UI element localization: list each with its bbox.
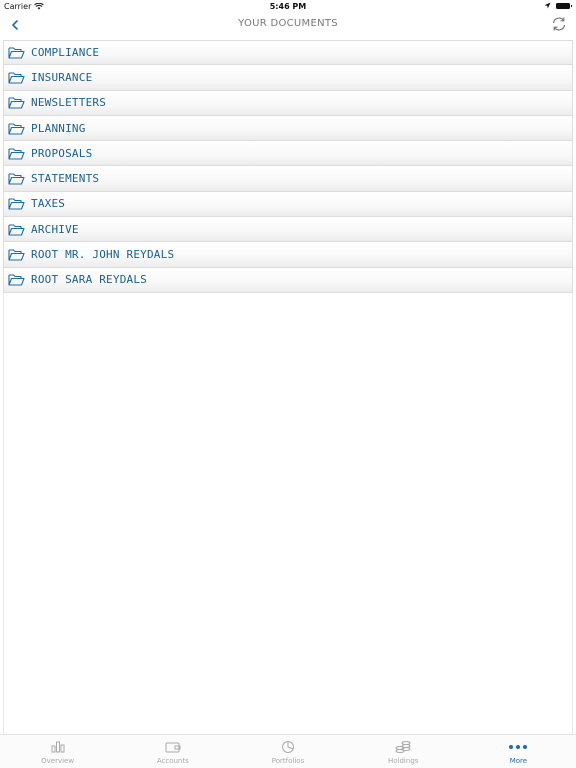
folder-label: ROOT MR. JOHN REYDALS bbox=[31, 248, 175, 262]
refresh-button[interactable] bbox=[550, 15, 568, 33]
folder-row-taxes[interactable]: TAXES bbox=[3, 191, 573, 218]
tab-overview[interactable]: Overview bbox=[0, 735, 115, 768]
folder-row-newsletters[interactable]: NEWSLETTERS bbox=[3, 90, 573, 116]
folder-icon bbox=[8, 71, 25, 84]
wallet-icon bbox=[163, 739, 183, 755]
folder-row-planning[interactable]: PLANNING bbox=[3, 115, 573, 142]
coins-icon bbox=[393, 739, 413, 755]
more-icon bbox=[508, 739, 528, 755]
folder-row-root-sara-reydals[interactable]: ROOT SARA REYDALS bbox=[3, 267, 573, 293]
tab-holdings[interactable]: Holdings bbox=[346, 735, 461, 768]
folder-label: PROPOSALS bbox=[31, 146, 93, 160]
status-time: 5:46 PM bbox=[269, 2, 307, 11]
folder-label: NEWSLETTERS bbox=[31, 96, 107, 110]
folder-icon bbox=[8, 197, 25, 210]
folder-row-compliance[interactable]: COMPLIANCE bbox=[3, 40, 573, 66]
tab-portfolios[interactable]: Portfolios bbox=[230, 735, 345, 768]
pie-chart-icon bbox=[278, 739, 298, 755]
folder-label: TAXES bbox=[31, 197, 66, 211]
folder-row-proposals[interactable]: PROPOSALS bbox=[3, 141, 573, 167]
folder-label: INSURANCE bbox=[31, 70, 93, 84]
folder-icon bbox=[8, 147, 25, 160]
document-folder-list: COMPLIANCE INSURANCE NEWSLETTERS PLANNIN… bbox=[3, 40, 573, 293]
battery-icon bbox=[556, 2, 572, 9]
tab-label: Holdings bbox=[388, 757, 419, 765]
folder-icon bbox=[8, 223, 25, 236]
folder-icon bbox=[8, 96, 25, 109]
tab-accounts[interactable]: Accounts bbox=[115, 735, 230, 768]
tab-label: More bbox=[509, 757, 528, 765]
nav-bar: YOUR DOCUMENTS bbox=[0, 13, 576, 39]
refresh-icon bbox=[552, 17, 566, 31]
folder-icon bbox=[8, 122, 25, 135]
folder-icon bbox=[8, 248, 25, 261]
folder-icon bbox=[8, 172, 25, 185]
location-icon bbox=[544, 2, 551, 9]
folder-row-root-john-reydals[interactable]: ROOT MR. JOHN REYDALS bbox=[3, 242, 573, 268]
folder-label: COMPLIANCE bbox=[31, 46, 100, 60]
folder-label: PLANNING bbox=[31, 121, 86, 135]
folder-label: STATEMENTS bbox=[31, 172, 100, 186]
overview-icon bbox=[48, 739, 68, 755]
folder-icon bbox=[8, 273, 25, 286]
page-title: YOUR DOCUMENTS bbox=[238, 18, 338, 29]
tab-label: Accounts bbox=[156, 757, 189, 765]
folder-label: ROOT SARA REYDALS bbox=[31, 273, 147, 287]
folder-label: ARCHIVE bbox=[31, 222, 79, 236]
tab-more[interactable]: More bbox=[461, 735, 576, 768]
status-bar: Carrier 5:46 PM bbox=[0, 0, 576, 13]
folder-row-archive[interactable]: ARCHIVE bbox=[3, 217, 573, 243]
content-area bbox=[3, 293, 573, 734]
folder-icon bbox=[8, 46, 25, 59]
tab-label: Overview bbox=[41, 757, 75, 765]
tab-bar: Overview Accounts Portfolios Holdings Mo… bbox=[0, 734, 576, 768]
tab-label: Portfolios bbox=[271, 757, 305, 765]
status-right bbox=[544, 2, 572, 9]
folder-row-statements[interactable]: STATEMENTS bbox=[3, 166, 573, 192]
folder-row-insurance[interactable]: INSURANCE bbox=[3, 65, 573, 91]
